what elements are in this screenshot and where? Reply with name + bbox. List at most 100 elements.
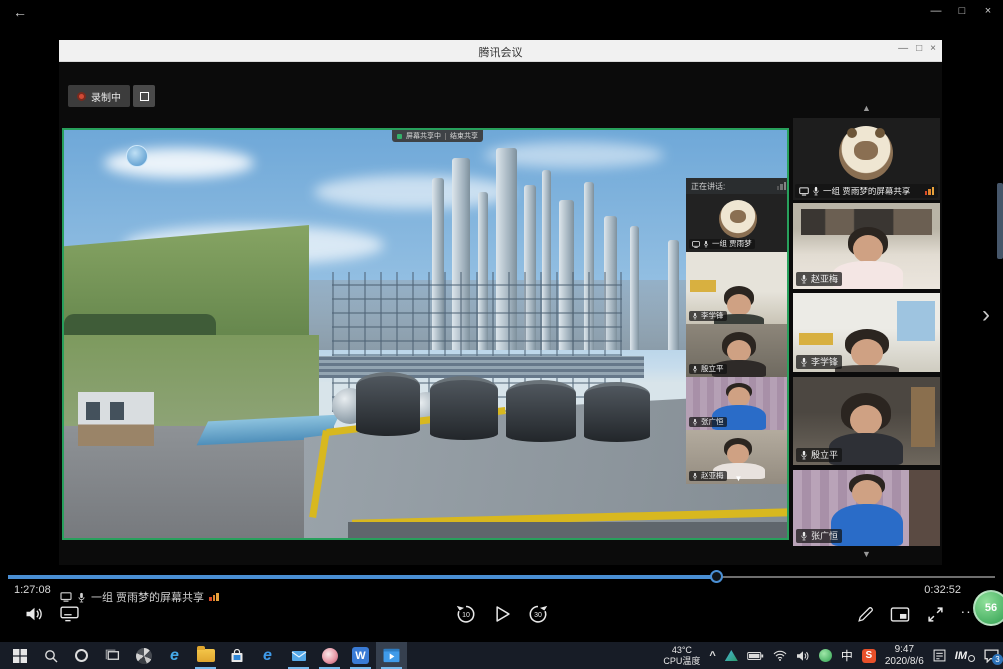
divider <box>445 133 446 140</box>
seek-playhead[interactable] <box>710 570 723 583</box>
app-maximize-button[interactable]: □ <box>949 2 975 20</box>
scene-window <box>110 402 124 420</box>
forward-30-button[interactable]: 30 <box>527 603 549 625</box>
volume-tray-icon[interactable] <box>796 650 810 662</box>
seek-fill <box>8 575 717 579</box>
rewind-10-button[interactable]: 10 <box>455 603 477 625</box>
scene-shelf <box>690 280 716 292</box>
participant-label: 李学锋 <box>811 358 838 367</box>
search-icon[interactable] <box>35 642 66 669</box>
sogou-icon[interactable]: S <box>862 649 876 663</box>
shared-screen: 屏幕共享中 结束共享 正在讲话: 一组 <box>62 128 789 540</box>
volume-button[interactable] <box>23 604 45 624</box>
scene-cooling-tower <box>430 376 498 440</box>
notes-tray-icon[interactable] <box>933 649 946 662</box>
share-status-icon <box>397 134 402 139</box>
graphics-app-icon[interactable] <box>725 650 738 661</box>
speaking-tile-label: 殷立平 <box>701 365 724 373</box>
now-playing-label: 一组 贾雨梦的屏幕共享 <box>91 589 204 605</box>
participant-tile: 赵亚梅 <box>793 203 940 289</box>
speaking-tile: 一组 贾雨梦 <box>686 194 789 252</box>
ime-mode-indicator[interactable]: 中 <box>841 647 853 664</box>
recording-indicator: 录制中 <box>68 85 155 107</box>
speaking-header: 正在讲话: <box>691 181 725 192</box>
speaking-panel: 正在讲话: 一组 贾雨梦 <box>686 178 789 484</box>
speaking-tile: 赵亚梅 ▼ <box>686 430 789 484</box>
scrollbar-fragment[interactable] <box>997 183 1003 259</box>
share-toolbar: 屏幕共享中 结束共享 <box>392 130 483 142</box>
strip-scroll-down-icon: ▼ <box>859 549 874 559</box>
cpu-temp-label: CPU温度 <box>663 656 700 666</box>
internet-explorer-icon[interactable]: e <box>159 642 190 669</box>
app-minimize-button[interactable]: — <box>923 2 949 20</box>
pink-app-icon[interactable] <box>314 642 345 669</box>
pinwheel-app-icon[interactable] <box>128 642 159 669</box>
person-torso <box>833 261 903 289</box>
avatar <box>719 200 757 238</box>
wifi-icon[interactable] <box>773 650 787 661</box>
store-icon[interactable] <box>221 642 252 669</box>
participant-label: 张广恒 <box>811 532 838 541</box>
action-center-icon[interactable]: 3 <box>984 649 999 663</box>
task-view-icon[interactable] <box>97 642 128 669</box>
scene-window <box>86 402 100 420</box>
clock-time: 9:47 <box>885 644 924 656</box>
tray-expand-icon[interactable]: ^ <box>709 650 715 662</box>
desktop: ← — □ × 腾讯会议 — □ × 录制中 <box>0 0 1003 669</box>
person-head <box>727 340 751 362</box>
seek-bar[interactable] <box>8 573 995 581</box>
recording-label: 录制中 <box>91 89 121 104</box>
file-explorer-icon[interactable] <box>190 642 221 669</box>
play-button[interactable] <box>494 604 510 624</box>
mail-icon[interactable] <box>283 642 314 669</box>
speaking-tile-label: 张广恒 <box>701 418 724 426</box>
fullscreen-button[interactable] <box>925 604 945 624</box>
clock-date: 2020/8/6 <box>885 656 924 668</box>
scene-shelf <box>909 470 940 546</box>
share-status-label: 屏幕共享中 <box>406 131 441 141</box>
meeting-close-button: × <box>930 43 936 54</box>
edit-button[interactable] <box>855 604 875 624</box>
forward-seconds: 30 <box>527 603 549 625</box>
speaking-tile: 殷立平 <box>686 324 789 377</box>
next-chevron-button[interactable]: › <box>982 303 990 327</box>
green-ball-tray-icon[interactable] <box>819 649 832 662</box>
recording-dot-icon <box>77 92 86 101</box>
back-button[interactable]: ← <box>8 3 32 21</box>
cpu-temp: 43°C CPU温度 <box>663 645 700 666</box>
signal-icon <box>209 593 219 601</box>
scene-column <box>630 226 639 350</box>
now-playing: 一组 贾雨梦的屏幕共享 <box>60 589 219 605</box>
start-button[interactable] <box>4 642 35 669</box>
person-head <box>728 387 750 407</box>
scene-building <box>78 392 154 446</box>
mini-player-button[interactable] <box>889 605 911 623</box>
speaking-tile: 张广恒 <box>686 377 789 430</box>
cortana-icon[interactable] <box>66 642 97 669</box>
waveform-icon <box>777 182 787 190</box>
share-action-label: 结束共享 <box>450 131 478 141</box>
ime-status-icon[interactable]: IM <box>955 650 975 662</box>
participant-label: 一组 贾雨梦的屏幕共享 <box>823 187 910 196</box>
meeting-title: 腾讯会议 <box>59 44 942 60</box>
movies-tv-icon[interactable] <box>376 642 407 669</box>
video-frame[interactable]: 腾讯会议 — □ × 录制中 <box>59 40 942 565</box>
person-head <box>727 444 749 464</box>
clock[interactable]: 9:47 2020/8/6 <box>885 644 924 667</box>
wps-icon[interactable]: W <box>345 642 376 669</box>
avatar <box>839 126 893 180</box>
avatar-ear <box>847 128 857 138</box>
speaking-tile-label: 一组 贾雨梦 <box>712 240 752 248</box>
scene-parapet <box>348 522 789 540</box>
stop-recording-button <box>133 85 155 107</box>
panel-collapse-icon: ▼ <box>686 474 789 483</box>
float-ball[interactable]: 56 <box>973 590 1003 626</box>
scene-pipes <box>314 356 644 378</box>
remaining-time: 0:32:52 <box>924 584 961 596</box>
subtitle-chat-button[interactable] <box>58 604 80 624</box>
app-close-button[interactable]: × <box>975 2 1001 20</box>
edge-icon[interactable]: e <box>252 642 283 669</box>
participant-label: 殷立平 <box>811 451 838 460</box>
avatar-face <box>854 141 878 160</box>
battery-icon[interactable] <box>747 651 764 661</box>
